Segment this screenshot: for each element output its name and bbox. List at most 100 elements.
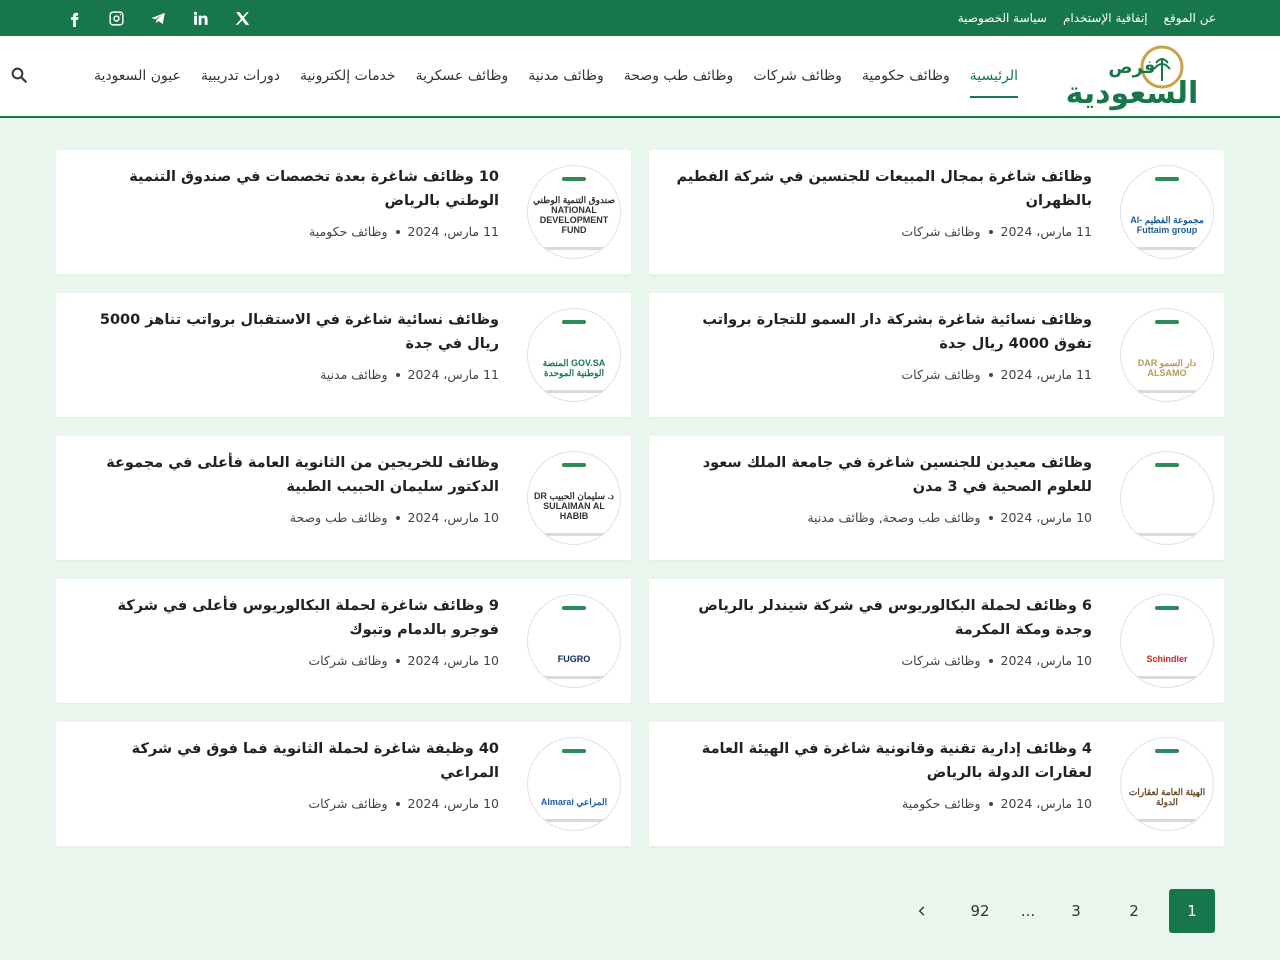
nav-home[interactable]: الرئيسية bbox=[969, 36, 1019, 116]
page-ellipsis: ... bbox=[1020, 902, 1036, 920]
post-title[interactable]: وظائف معيدين للجنسين شاغرة في جامعة المل… bbox=[667, 451, 1092, 499]
page-92[interactable]: 92 bbox=[957, 889, 1003, 933]
pagination: 1 2 3 ... 92 bbox=[899, 889, 1215, 933]
nav-government-jobs[interactable]: وظائف حكومية bbox=[862, 36, 950, 116]
meta-separator-dot-icon bbox=[395, 658, 400, 663]
post-date: 11 مارس، 2024 bbox=[407, 224, 500, 239]
post-card[interactable]: المراعي Almarai 40 وظيفة شاغرة لحملة الث… bbox=[56, 722, 631, 846]
site-mini-logo-icon bbox=[1155, 320, 1179, 324]
nav-military-jobs[interactable]: وظائف عسكرية bbox=[416, 36, 509, 116]
post-category[interactable]: وظائف مدنية bbox=[320, 367, 387, 382]
post-category[interactable]: وظائف شركات bbox=[901, 224, 980, 239]
post-meta: 10 مارس، 2024 وظائف حكومية bbox=[667, 796, 1092, 811]
nav-saudi-eyes[interactable]: عيون السعودية bbox=[94, 36, 181, 116]
instagram-icon[interactable] bbox=[106, 8, 126, 28]
post-thumbnail[interactable] bbox=[1120, 451, 1214, 545]
post-category[interactable]: وظائف شركات bbox=[901, 653, 980, 668]
next-page-chevron-icon[interactable] bbox=[899, 889, 945, 933]
meta-separator-dot-icon bbox=[395, 801, 400, 806]
nav-e-services[interactable]: خدمات إلكترونية bbox=[300, 36, 396, 116]
post-category[interactable]: وظائف شركات bbox=[308, 653, 387, 668]
svg-text:السعودية: السعودية bbox=[1066, 76, 1199, 111]
post-card[interactable]: Schindler 6 وظائف لحملة البكالوريوس في ش… bbox=[649, 579, 1224, 703]
post-category[interactable]: وظائف طب وصحة bbox=[290, 510, 388, 525]
post-thumbnail[interactable]: صندوق التنمية الوطني NATIONAL DEVELOPMEN… bbox=[527, 165, 621, 259]
post-thumbnail[interactable]: المراعي Almarai bbox=[527, 737, 621, 831]
post-card[interactable]: مجموعة الفطيم Al-Futtaim group وظائف شاغ… bbox=[649, 150, 1224, 274]
post-meta: 10 مارس، 2024 وظائف شركات bbox=[667, 653, 1092, 668]
search-icon[interactable] bbox=[10, 66, 28, 84]
thumbnail-footer-bar bbox=[540, 390, 608, 393]
telegram-icon[interactable] bbox=[148, 8, 168, 28]
posts-grid: مجموعة الفطيم Al-Futtaim group وظائف شاغ… bbox=[56, 150, 1224, 846]
post-card[interactable]: صندوق التنمية الوطني NATIONAL DEVELOPMEN… bbox=[56, 150, 631, 274]
svg-text:فرص: فرص bbox=[1108, 57, 1155, 78]
meta-separator-dot-icon bbox=[988, 372, 993, 377]
site-mini-logo-icon bbox=[562, 749, 586, 753]
post-meta: 11 مارس، 2024 وظائف مدنية bbox=[74, 367, 499, 382]
post-date: 10 مارس، 2024 bbox=[1000, 796, 1093, 811]
facebook-icon[interactable] bbox=[64, 8, 84, 28]
post-date: 10 مارس، 2024 bbox=[407, 796, 500, 811]
post-category[interactable]: وظائف شركات bbox=[308, 796, 387, 811]
site-mini-logo-icon bbox=[562, 320, 586, 324]
site-logo[interactable]: فرص السعودية bbox=[1044, 41, 1220, 111]
post-title[interactable]: 40 وظيفة شاغرة لحملة الثانوية فما فوق في… bbox=[74, 737, 499, 785]
thumbnail-brand-label: GOV.SA المنصة الوطنية الموحدة bbox=[542, 358, 606, 379]
post-card[interactable]: د. سليمان الحبيب DR SULAIMAN AL HABIB وظ… bbox=[56, 436, 631, 560]
post-category[interactable]: وظائف حكومية bbox=[309, 224, 387, 239]
thumbnail-brand-label: Schindler bbox=[1146, 654, 1188, 665]
post-card[interactable]: دار السمو DAR ALSAMO وظائف نسائية شاغرة … bbox=[649, 293, 1224, 417]
post-thumbnail[interactable]: مجموعة الفطيم Al-Futtaim group bbox=[1120, 165, 1214, 259]
page-3[interactable]: 3 bbox=[1053, 889, 1099, 933]
post-title[interactable]: وظائف للخريجين من الثانوية العامة فأعلى … bbox=[74, 451, 499, 499]
terms-link[interactable]: إتفاقية الإستخدام bbox=[1063, 11, 1148, 25]
post-title[interactable]: وظائف نسائية شاغرة بشركة دار السمو للتجا… bbox=[667, 308, 1092, 356]
post-thumbnail[interactable]: دار السمو DAR ALSAMO bbox=[1120, 308, 1214, 402]
post-title[interactable]: 9 وظائف شاغرة لحملة البكالوريوس فأعلى في… bbox=[74, 594, 499, 642]
post-card[interactable]: وظائف معيدين للجنسين شاغرة في جامعة المل… bbox=[649, 436, 1224, 560]
post-card[interactable]: FUGRO 9 وظائف شاغرة لحملة البكالوريوس فأ… bbox=[56, 579, 631, 703]
post-category[interactable]: وظائف حكومية bbox=[902, 796, 980, 811]
post-card[interactable]: الهيئة العامة لعقارات الدولة 4 وظائف إدا… bbox=[649, 722, 1224, 846]
site-mini-logo-icon bbox=[1155, 606, 1179, 610]
post-body: وظائف شاغرة بمجال المبيعات للجنسين في شر… bbox=[667, 165, 1092, 239]
linkedin-icon[interactable] bbox=[190, 8, 210, 28]
page-1[interactable]: 1 bbox=[1169, 889, 1215, 933]
thumbnail-footer-bar bbox=[540, 819, 608, 822]
post-title[interactable]: وظائف شاغرة بمجال المبيعات للجنسين في شر… bbox=[667, 165, 1092, 213]
post-body: 9 وظائف شاغرة لحملة البكالوريوس فأعلى في… bbox=[74, 594, 499, 668]
post-thumbnail[interactable]: Schindler bbox=[1120, 594, 1214, 688]
post-thumbnail[interactable]: FUGRO bbox=[527, 594, 621, 688]
post-title[interactable]: 6 وظائف لحملة البكالوريوس في شركة شيندلر… bbox=[667, 594, 1092, 642]
meta-separator-dot-icon bbox=[988, 229, 993, 234]
meta-separator-dot-icon bbox=[395, 372, 400, 377]
post-thumbnail[interactable]: د. سليمان الحبيب DR SULAIMAN AL HABIB bbox=[527, 451, 621, 545]
page-2[interactable]: 2 bbox=[1111, 889, 1157, 933]
about-link[interactable]: عن الموقع bbox=[1164, 11, 1216, 25]
top-bar: عن الموقع إتفاقية الإستخدام سياسة الخصوص… bbox=[0, 0, 1280, 36]
privacy-link[interactable]: سياسة الخصوصية bbox=[958, 11, 1047, 25]
post-thumbnail[interactable]: GOV.SA المنصة الوطنية الموحدة bbox=[527, 308, 621, 402]
nav-civil-jobs[interactable]: وظائف مدنية bbox=[528, 36, 603, 116]
post-body: وظائف نسائية شاغرة بشركة دار السمو للتجا… bbox=[667, 308, 1092, 382]
nav-company-jobs[interactable]: وظائف شركات bbox=[753, 36, 842, 116]
post-date: 11 مارس، 2024 bbox=[407, 367, 500, 382]
post-card[interactable]: GOV.SA المنصة الوطنية الموحدة وظائف نسائ… bbox=[56, 293, 631, 417]
nav-medical-jobs[interactable]: وظائف طب وصحة bbox=[624, 36, 734, 116]
post-date: 10 مارس، 2024 bbox=[407, 653, 500, 668]
post-category[interactable]: وظائف شركات bbox=[901, 367, 980, 382]
post-meta: 10 مارس، 2024 وظائف طب وصحة, وظائف مدنية bbox=[667, 510, 1092, 525]
post-thumbnail[interactable]: الهيئة العامة لعقارات الدولة bbox=[1120, 737, 1214, 831]
post-category[interactable]: وظائف طب وصحة, وظائف مدنية bbox=[807, 510, 980, 525]
post-title[interactable]: 10 وظائف شاغرة بعدة تخصصات في صندوق التن… bbox=[74, 165, 499, 213]
post-meta: 11 مارس، 2024 وظائف شركات bbox=[667, 367, 1092, 382]
nav-training-courses[interactable]: دورات تدريبية bbox=[201, 36, 280, 116]
site-header: فرص السعودية الرئيسية وظائف حكومية وظائف… bbox=[0, 36, 1280, 118]
x-icon[interactable] bbox=[232, 8, 252, 28]
thumbnail-brand-label: المراعي Almarai bbox=[540, 797, 608, 808]
meta-separator-dot-icon bbox=[395, 515, 400, 520]
post-title[interactable]: وظائف نسائية شاغرة في الاستقبال برواتب ت… bbox=[74, 308, 499, 356]
post-title[interactable]: 4 وظائف إدارية تقنية وقانونية شاغرة في ا… bbox=[667, 737, 1092, 785]
post-body: وظائف معيدين للجنسين شاغرة في جامعة المل… bbox=[667, 451, 1092, 525]
